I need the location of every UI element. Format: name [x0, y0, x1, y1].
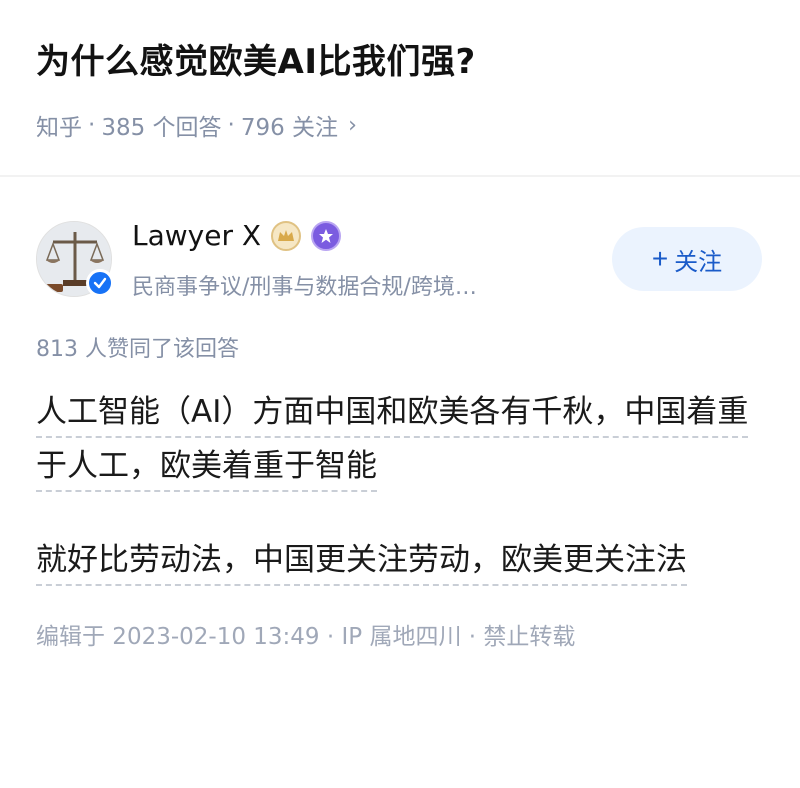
crown-badge-icon[interactable] [271, 220, 302, 251]
paragraph-text: 就好比劳动法，中国更关注劳动，欧美更关注法 [36, 542, 687, 586]
answer-content[interactable]: 人工智能（AI）方面中国和欧美各有千秋，中国着重于人工，欧美着重于智能 就好比劳… [36, 385, 764, 587]
answer-card: Lawyer X 民商事争议/刑事与数据合规/跨境… + 关注 813 人赞同了… [0, 219, 800, 651]
author-row: Lawyer X 民商事争议/刑事与数据合规/跨境… + 关注 [36, 219, 764, 313]
separator: · [88, 112, 96, 138]
answer-count: 385 个回答 [101, 115, 222, 141]
follow-button[interactable]: + 关注 [612, 227, 762, 291]
verified-check-icon [86, 269, 114, 297]
author-description: 民商事争议/刑事与数据合规/跨境… [132, 275, 477, 300]
follower-count: 796 关注 [240, 115, 339, 141]
answer-paragraph: 就好比劳动法，中国更关注劳动，欧美更关注法 [36, 533, 764, 587]
answer-paragraph: 人工智能（AI）方面中国和欧美各有千秋，中国着重于人工，欧美着重于智能 [36, 385, 764, 493]
paragraph-text: 人工智能（AI）方面中国和欧美各有千秋，中国着重于人工，欧美着重于智能 [36, 394, 749, 492]
separator: · [227, 112, 235, 138]
zhihu-answer-page: 为什么感觉欧美AI比我们强? 知乎 · 385 个回答 · 796 关注 › L… [0, 0, 800, 788]
follow-label: 关注 [674, 248, 723, 276]
plus-icon: + [651, 243, 669, 274]
author-name-row: Lawyer X [132, 219, 342, 252]
divider [0, 175, 800, 177]
chevron-right-icon: › [348, 112, 357, 138]
question-title[interactable]: 为什么感觉欧美AI比我们强? [36, 38, 764, 86]
source-label: 知乎 [36, 115, 82, 141]
edit-info: 编辑于 2023-02-10 13:49 · IP 属地四川 · 禁止转载 [36, 624, 576, 650]
question-header: 为什么感觉欧美AI比我们强? 知乎 · 385 个回答 · 796 关注 › [0, 0, 800, 175]
author-name[interactable]: Lawyer X [132, 219, 261, 252]
vote-count: 813 人赞同了该回答 [36, 337, 239, 362]
star-badge-icon[interactable] [311, 220, 342, 251]
question-meta[interactable]: 知乎 · 385 个回答 · 796 关注 › [36, 108, 764, 142]
